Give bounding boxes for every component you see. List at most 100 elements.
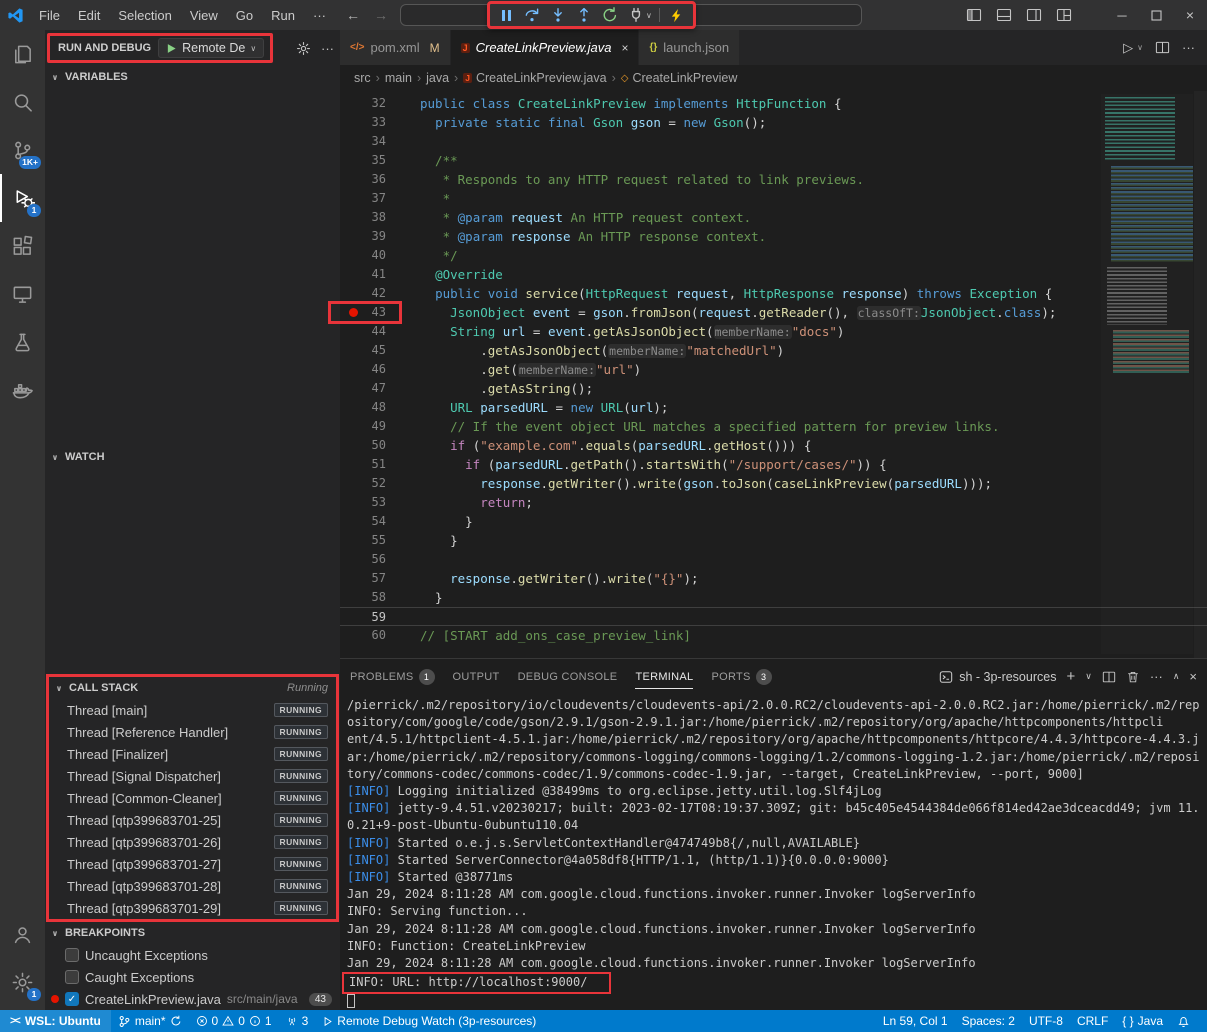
editor-scrollbar[interactable] <box>1194 91 1207 658</box>
breadcrumb-item[interactable]: main <box>385 71 412 85</box>
code-line[interactable]: 51 if (parsedURL.getPath().startsWith("/… <box>340 455 1207 474</box>
remote-indicator[interactable]: >< WSL: Ubuntu <box>0 1010 111 1032</box>
tab-launch-json[interactable]: {}launch.json <box>639 30 740 65</box>
menu-item-selection[interactable]: Selection <box>109 4 180 27</box>
code-line[interactable]: 45 .getAsJsonObject(memberName:"matchedU… <box>340 341 1207 360</box>
code-line[interactable]: 54 } <box>340 512 1207 531</box>
toggle-sidebar-icon[interactable] <box>959 0 989 30</box>
step-over-icon[interactable] <box>520 5 544 25</box>
minimize-button[interactable]: ─ <box>1105 0 1139 30</box>
breakpoint-checkbox[interactable] <box>65 970 79 984</box>
section-call-stack[interactable]: ∨ CALL STACK Running <box>49 677 336 699</box>
indentation[interactable]: Spaces: 2 <box>955 1010 1022 1032</box>
eol-sequence[interactable]: CRLF <box>1070 1010 1115 1032</box>
menu-item-file[interactable]: File <box>30 4 69 27</box>
step-out-icon[interactable] <box>572 5 596 25</box>
code-line[interactable]: 57 response.getWriter().write("{}"); <box>340 569 1207 588</box>
code-line[interactable]: 35 /** <box>340 151 1207 170</box>
code-line[interactable]: 41 @Override <box>340 265 1207 284</box>
toggle-panel-icon[interactable] <box>989 0 1019 30</box>
activity-remote-explorer[interactable] <box>0 270 45 318</box>
activity-source-control[interactable]: 1K+ <box>0 126 45 174</box>
panel-tab-output[interactable]: OUTPUT <box>453 659 500 694</box>
code-line[interactable]: 32public class CreateLinkPreview impleme… <box>340 94 1207 113</box>
cursor-position[interactable]: Ln 59, Col 1 <box>876 1010 955 1032</box>
code-line[interactable]: 48 URL parsedURL = new URL(url); <box>340 398 1207 417</box>
panel-tab-ports[interactable]: PORTS3 <box>711 659 771 694</box>
split-editor-icon[interactable] <box>1155 40 1170 55</box>
code-line[interactable]: 46 .get(memberName:"url") <box>340 360 1207 379</box>
close-button[interactable]: × <box>1173 0 1207 30</box>
breadcrumb-item[interactable]: ◇CreateLinkPreview <box>621 71 738 85</box>
panel-tab-debug-console[interactable]: DEBUG CONSOLE <box>518 659 618 694</box>
activity-testing[interactable] <box>0 318 45 366</box>
close-icon[interactable]: × <box>621 41 628 55</box>
sync-icon[interactable] <box>170 1015 182 1027</box>
menu-item-go[interactable]: Go <box>227 4 262 27</box>
panel-tab-terminal[interactable]: TERMINAL <box>635 659 693 694</box>
notifications-bell-icon[interactable] <box>1170 1010 1197 1032</box>
breadcrumb-item[interactable]: JCreateLinkPreview.java <box>463 71 606 85</box>
code-line[interactable]: 49 // If the event object URL matches a … <box>340 417 1207 436</box>
code-line[interactable]: 33 private static final Gson gson = new … <box>340 113 1207 132</box>
pause-icon[interactable] <box>494 5 518 25</box>
call-stack-thread[interactable]: Thread [qtp399683701-26]RUNNING <box>49 831 336 853</box>
breakpoint-item[interactable]: ✓CreateLinkPreview.javasrc/main/java43 <box>45 988 340 1010</box>
call-stack-thread[interactable]: Thread [qtp399683701-29]RUNNING <box>49 897 336 919</box>
more-actions-icon[interactable]: ··· <box>1150 669 1163 684</box>
code-line[interactable]: 52 response.getWriter().write(gson.toJso… <box>340 474 1207 493</box>
panel-tab-problems[interactable]: PROBLEMS1 <box>350 659 435 694</box>
menu-item-run[interactable]: Run <box>262 4 304 27</box>
maximize-button[interactable] <box>1139 0 1173 30</box>
maximize-panel-icon[interactable]: ∧ <box>1173 671 1180 682</box>
lightning-icon[interactable] <box>665 5 689 25</box>
restart-icon[interactable] <box>598 5 622 25</box>
debug-config-picker[interactable]: Remote De ∨ <box>158 38 264 58</box>
language-mode[interactable]: { } Java <box>1115 1010 1170 1032</box>
activity-docker[interactable] <box>0 366 45 414</box>
menu-item-edit[interactable]: Edit <box>69 4 109 27</box>
code-line[interactable]: 34 <box>340 132 1207 151</box>
debug-settings-gear-icon[interactable] <box>296 41 311 56</box>
customize-layout-icon[interactable] <box>1049 0 1079 30</box>
code-line[interactable]: 60// [START add_ons_case_preview_link] <box>340 626 1207 645</box>
call-stack-thread[interactable]: Thread [qtp399683701-25]RUNNING <box>49 809 336 831</box>
code-line[interactable]: 42 public void service(HttpRequest reque… <box>340 284 1207 303</box>
activity-accounts[interactable] <box>0 910 45 958</box>
activity-settings[interactable]: 1 <box>0 958 45 1006</box>
call-stack-thread[interactable]: Thread [Reference Handler]RUNNING <box>49 721 336 743</box>
menu-item-moremoremore[interactable]: ··· <box>304 4 335 27</box>
code-line[interactable]: 44 String url = event.getAsJsonObject(me… <box>340 322 1207 341</box>
run-java-button[interactable]: ▷ <box>1123 40 1133 56</box>
git-branch[interactable]: main* <box>111 1010 189 1032</box>
chevron-down-icon[interactable]: ∨ <box>1085 671 1092 682</box>
tab-pom-xml[interactable]: </>pom.xmlM <box>340 30 451 65</box>
step-into-icon[interactable] <box>546 5 570 25</box>
toggle-secondary-sidebar-icon[interactable] <box>1019 0 1049 30</box>
code-line[interactable]: 39 * @param response An HTTP response co… <box>340 227 1207 246</box>
call-stack-thread[interactable]: Thread [Common-Cleaner]RUNNING <box>49 787 336 809</box>
code-line[interactable]: 59 <box>340 607 1207 626</box>
breakpoint-item[interactable]: Uncaught Exceptions <box>45 944 340 966</box>
close-panel-icon[interactable]: × <box>1189 669 1197 684</box>
call-stack-thread[interactable]: Thread [qtp399683701-27]RUNNING <box>49 853 336 875</box>
kill-terminal-icon[interactable] <box>1126 670 1140 684</box>
activity-run-and-debug[interactable]: 1 <box>0 174 45 222</box>
breadcrumb-item[interactable]: src <box>354 71 371 85</box>
code-line[interactable]: 37 * <box>340 189 1207 208</box>
breakpoint-item[interactable]: Caught Exceptions <box>45 966 340 988</box>
code-line[interactable]: 36 * Responds to any HTTP request relate… <box>340 170 1207 189</box>
code-line[interactable]: 47 .getAsString(); <box>340 379 1207 398</box>
activity-search[interactable] <box>0 78 45 126</box>
minimap[interactable] <box>1101 94 1193 654</box>
call-stack-thread[interactable]: Thread [Finalizer]RUNNING <box>49 743 336 765</box>
forward-button[interactable]: → <box>374 7 388 23</box>
call-stack-thread[interactable]: Thread [qtp399683701-28]RUNNING <box>49 875 336 897</box>
code-line[interactable]: 38 * @param request An HTTP request cont… <box>340 208 1207 227</box>
debug-session-indicator[interactable]: Remote Debug Watch (3p-resources) <box>315 1010 543 1032</box>
section-variables[interactable]: ∨ VARIABLES <box>45 66 340 88</box>
code-line[interactable]: 53 return; <box>340 493 1207 512</box>
problems-indicator[interactable]: 0 0 1 <box>189 1010 279 1032</box>
breadcrumb-item[interactable]: java <box>426 71 449 85</box>
menu-item-view[interactable]: View <box>181 4 227 27</box>
